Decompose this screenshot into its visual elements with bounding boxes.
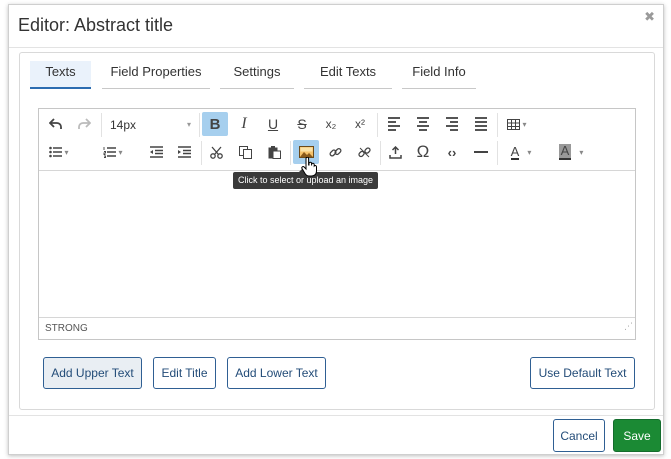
bulleted-list-button[interactable]: ▾ bbox=[43, 140, 75, 164]
editor-dialog: Editor: Abstract title ✖ Texts Field Pro… bbox=[8, 4, 664, 455]
toolbar-separator bbox=[201, 141, 202, 165]
table-button[interactable]: ▾ bbox=[501, 112, 533, 136]
numbered-list-icon bbox=[104, 147, 117, 158]
font-size-value: 14px bbox=[110, 118, 137, 132]
chevron-down-icon: ▾ bbox=[64, 147, 69, 157]
insert-anchor-button[interactable] bbox=[382, 140, 408, 164]
bulleted-list-icon bbox=[49, 146, 63, 158]
resize-handle-icon[interactable]: ⋰ bbox=[624, 315, 633, 337]
chevron-down-icon: ▾ bbox=[186, 120, 191, 129]
underline-button[interactable]: U bbox=[260, 112, 286, 136]
hand-cursor-icon bbox=[301, 157, 317, 177]
background-color-icon: A bbox=[558, 143, 572, 160]
save-button[interactable]: Save bbox=[613, 419, 661, 452]
outdent-button[interactable] bbox=[143, 140, 169, 164]
toolbar-separator bbox=[199, 113, 200, 137]
align-left-button[interactable] bbox=[381, 112, 407, 136]
subscript-button[interactable]: x₂ bbox=[318, 112, 344, 136]
align-right-button[interactable] bbox=[439, 112, 465, 136]
font-size-select[interactable]: 14px ▾ bbox=[105, 112, 197, 138]
element-path: STRONG bbox=[45, 323, 88, 334]
paste-button[interactable] bbox=[261, 140, 287, 164]
toolbar-separator bbox=[290, 141, 291, 165]
toolbar-separator bbox=[377, 113, 378, 137]
align-left-icon bbox=[388, 117, 400, 131]
rich-text-editor: 14px ▾ B I U S x₂ x² ▾ ▾ ▾ Ω ‹› A ▾ A ▾ … bbox=[38, 108, 636, 340]
chevron-down-icon: ▾ bbox=[522, 119, 527, 129]
align-right-icon bbox=[446, 117, 458, 131]
tab-texts[interactable]: Texts bbox=[30, 61, 91, 89]
edit-title-button[interactable]: Edit Title bbox=[153, 357, 216, 389]
upload-icon bbox=[388, 145, 402, 159]
tab-edit-texts[interactable]: Edit Texts bbox=[304, 61, 392, 89]
justify-icon bbox=[475, 117, 487, 131]
toolbar-separator bbox=[497, 141, 498, 165]
link-icon bbox=[329, 147, 341, 156]
undo-button[interactable] bbox=[43, 112, 69, 136]
text-color-button[interactable]: A ▾ bbox=[501, 140, 541, 164]
copy-button[interactable] bbox=[232, 140, 258, 164]
footer-divider bbox=[9, 415, 663, 416]
text-color-icon: A bbox=[510, 143, 520, 160]
horizontal-line-button[interactable] bbox=[468, 140, 494, 164]
content-panel: Texts Field Properties Settings Edit Tex… bbox=[19, 52, 655, 410]
editor-toolbar: 14px ▾ B I U S x₂ x² ▾ ▾ ▾ Ω ‹› A ▾ A ▾ bbox=[39, 109, 635, 171]
close-icon[interactable]: ✖ bbox=[644, 9, 655, 25]
insert-link-button[interactable] bbox=[322, 140, 348, 164]
special-character-button[interactable]: Ω bbox=[410, 140, 436, 164]
redo-icon bbox=[78, 118, 91, 129]
superscript-button[interactable]: x² bbox=[347, 112, 373, 136]
toolbar-separator bbox=[101, 113, 102, 137]
editor-statusbar: STRONG ⋰ bbox=[39, 317, 635, 339]
align-center-icon bbox=[417, 117, 429, 131]
numbered-list-button[interactable]: ▾ bbox=[97, 140, 129, 164]
tab-field-info[interactable]: Field Info bbox=[402, 61, 476, 89]
dialog-title: Editor: Abstract title bbox=[18, 15, 174, 35]
add-lower-text-button[interactable]: Add Lower Text bbox=[227, 357, 326, 389]
horizontal-line-icon bbox=[474, 151, 488, 153]
align-center-button[interactable] bbox=[410, 112, 436, 136]
outdent-icon bbox=[149, 146, 163, 158]
italic-button[interactable]: I bbox=[231, 112, 257, 136]
redo-button[interactable] bbox=[71, 112, 97, 136]
background-color-button[interactable]: A ▾ bbox=[551, 140, 591, 164]
toolbar-separator bbox=[380, 141, 381, 165]
chevron-down-icon: ▾ bbox=[527, 147, 532, 157]
cancel-button[interactable]: Cancel bbox=[553, 419, 605, 452]
title-divider bbox=[9, 47, 663, 48]
bold-button[interactable]: B bbox=[202, 112, 228, 136]
strikethrough-button[interactable]: S bbox=[289, 112, 315, 136]
chevron-down-icon: ▾ bbox=[579, 147, 584, 157]
use-default-text-button[interactable]: Use Default Text bbox=[530, 357, 635, 389]
indent-button[interactable] bbox=[171, 140, 197, 164]
tab-settings[interactable]: Settings bbox=[220, 61, 294, 89]
indent-icon bbox=[177, 146, 191, 158]
toolbar-separator bbox=[497, 113, 498, 137]
table-icon bbox=[507, 118, 521, 130]
cut-icon bbox=[209, 146, 223, 159]
paste-icon bbox=[268, 145, 281, 159]
tab-field-properties[interactable]: Field Properties bbox=[102, 61, 210, 89]
justify-button[interactable] bbox=[468, 112, 494, 136]
copy-icon bbox=[238, 145, 252, 159]
chevron-down-icon: ▾ bbox=[118, 147, 123, 157]
undo-icon bbox=[49, 118, 62, 129]
remove-link-button[interactable] bbox=[351, 140, 377, 164]
cut-button[interactable] bbox=[203, 140, 229, 164]
editor-content-area[interactable] bbox=[39, 171, 635, 317]
unlink-icon bbox=[357, 146, 371, 157]
add-upper-text-button[interactable]: Add Upper Text bbox=[43, 357, 142, 389]
source-code-button[interactable]: ‹› bbox=[439, 140, 465, 164]
